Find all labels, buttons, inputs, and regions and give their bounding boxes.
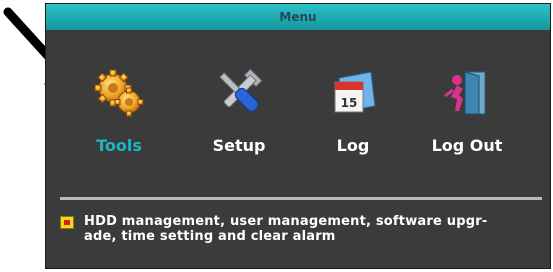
wrench-screwdriver-icon [219, 68, 263, 112]
description-text: HDD management, user management, softwar… [84, 214, 488, 244]
gears-icon [94, 69, 144, 117]
menu-item-setup[interactable]: Setup [184, 64, 294, 155]
menu-item-label: Log [336, 136, 370, 155]
divider [60, 197, 542, 200]
menu-item-label: Tools [96, 136, 142, 155]
menu-item-logout[interactable]: Log Out [412, 64, 522, 155]
calendar-log-icon: 15 [334, 71, 376, 113]
menu-icons-row: Tools Setup 15 Log Log Out [46, 64, 550, 155]
menu-item-label: Log Out [431, 136, 503, 155]
menu-item-label: Setup [212, 136, 266, 155]
menu-title: Menu [46, 4, 550, 30]
description-area: HDD management, user management, softwar… [60, 214, 540, 244]
logout-door-icon [444, 71, 486, 115]
menu-item-log[interactable]: 15 Log [298, 64, 408, 155]
svg-text:15: 15 [341, 96, 358, 110]
status-bullet-icon [60, 216, 74, 229]
menu-item-tools[interactable]: Tools [64, 64, 174, 155]
menu-panel: Menu Tools Setup 15 Log Log Out HDD mana… [45, 3, 551, 269]
